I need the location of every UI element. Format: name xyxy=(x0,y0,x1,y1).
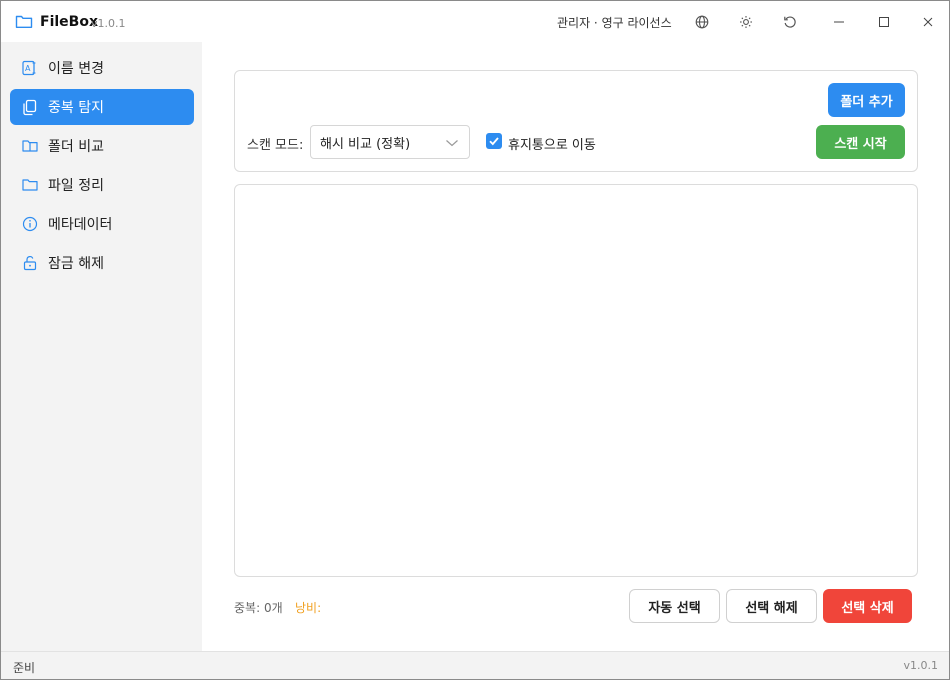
folder-compare-icon xyxy=(22,140,38,152)
maximize-icon[interactable] xyxy=(875,13,893,31)
main-content: 폴더 추가 스캔 모드: 해시 비교 (정확) 휴지통으로 이동 스캔 시작 중… xyxy=(202,42,949,651)
theme-icon[interactable] xyxy=(737,13,755,31)
sidebar-item-duplicates[interactable]: 중복 탐지 xyxy=(10,89,194,125)
refresh-icon[interactable] xyxy=(781,13,799,31)
duplicate-count: 중복: 0개 xyxy=(234,601,283,615)
sidebar-item-organize[interactable]: 파일 정리 xyxy=(10,167,194,203)
wasted-space: 낭비: xyxy=(295,601,322,615)
scan-options-panel: 폴더 추가 스캔 모드: 해시 비교 (정확) 휴지통으로 이동 스캔 시작 xyxy=(234,70,918,172)
deselect-button[interactable]: 선택 해제 xyxy=(726,589,817,623)
svg-text:A: A xyxy=(25,64,31,73)
sidebar-item-unlock[interactable]: 잠금 해제 xyxy=(10,245,194,281)
app-window: FileBox v1.0.1 관리자 · 영구 라이선스 A 이름 변경 중복 xyxy=(0,0,950,680)
trash-checkbox[interactable] xyxy=(486,133,502,149)
title-bar: FileBox v1.0.1 관리자 · 영구 라이선스 xyxy=(1,1,949,42)
sidebar-item-label: 이름 변경 xyxy=(48,61,104,77)
minimize-icon[interactable] xyxy=(830,13,848,31)
sidebar-item-label: 잠금 해제 xyxy=(48,256,104,272)
status-text: 준비 xyxy=(13,661,36,675)
scan-mode-value: 해시 비교 (정확) xyxy=(320,136,411,152)
scan-mode-label: 스캔 모드: xyxy=(247,138,304,153)
status-bar: 준비 v1.0.1 xyxy=(1,651,949,679)
sidebar-item-label: 중복 탐지 xyxy=(48,100,104,116)
chevron-down-icon xyxy=(445,137,459,152)
sidebar-item-rename[interactable]: A 이름 변경 xyxy=(10,50,194,86)
license-status: 관리자 · 영구 라이선스 xyxy=(557,16,672,30)
sidebar: A 이름 변경 중복 탐지 폴더 비교 파일 정리 메타데이터 잠금 해제 xyxy=(1,42,202,651)
copy-icon xyxy=(23,99,37,116)
language-icon[interactable] xyxy=(693,13,711,31)
delete-selected-button[interactable]: 선택 삭제 xyxy=(823,589,912,623)
sidebar-item-folder-compare[interactable]: 폴더 비교 xyxy=(10,128,194,164)
info-icon xyxy=(22,216,38,232)
app-version: v1.0.1 xyxy=(91,17,126,30)
sidebar-item-label: 폴더 비교 xyxy=(48,139,104,155)
app-title: FileBox xyxy=(40,14,98,30)
sidebar-item-label: 메타데이터 xyxy=(48,217,113,233)
folder-icon xyxy=(22,179,38,191)
start-scan-button[interactable]: 스캔 시작 xyxy=(816,125,905,159)
rename-icon: A xyxy=(22,60,36,76)
trash-checkbox-label: 휴지통으로 이동 xyxy=(508,138,596,153)
add-folder-button[interactable]: 폴더 추가 xyxy=(828,83,905,117)
unlock-icon xyxy=(23,256,37,271)
sidebar-item-metadata[interactable]: 메타데이터 xyxy=(10,206,194,242)
check-icon xyxy=(489,137,499,146)
sidebar-item-label: 파일 정리 xyxy=(48,178,104,194)
close-icon[interactable] xyxy=(919,13,937,31)
scan-mode-select[interactable]: 해시 비교 (정확) xyxy=(310,125,470,159)
auto-select-button[interactable]: 자동 선택 xyxy=(629,589,720,623)
folder-icon xyxy=(15,13,33,29)
status-version: v1.0.1 xyxy=(903,659,939,672)
duplicate-results-list[interactable] xyxy=(234,184,918,577)
